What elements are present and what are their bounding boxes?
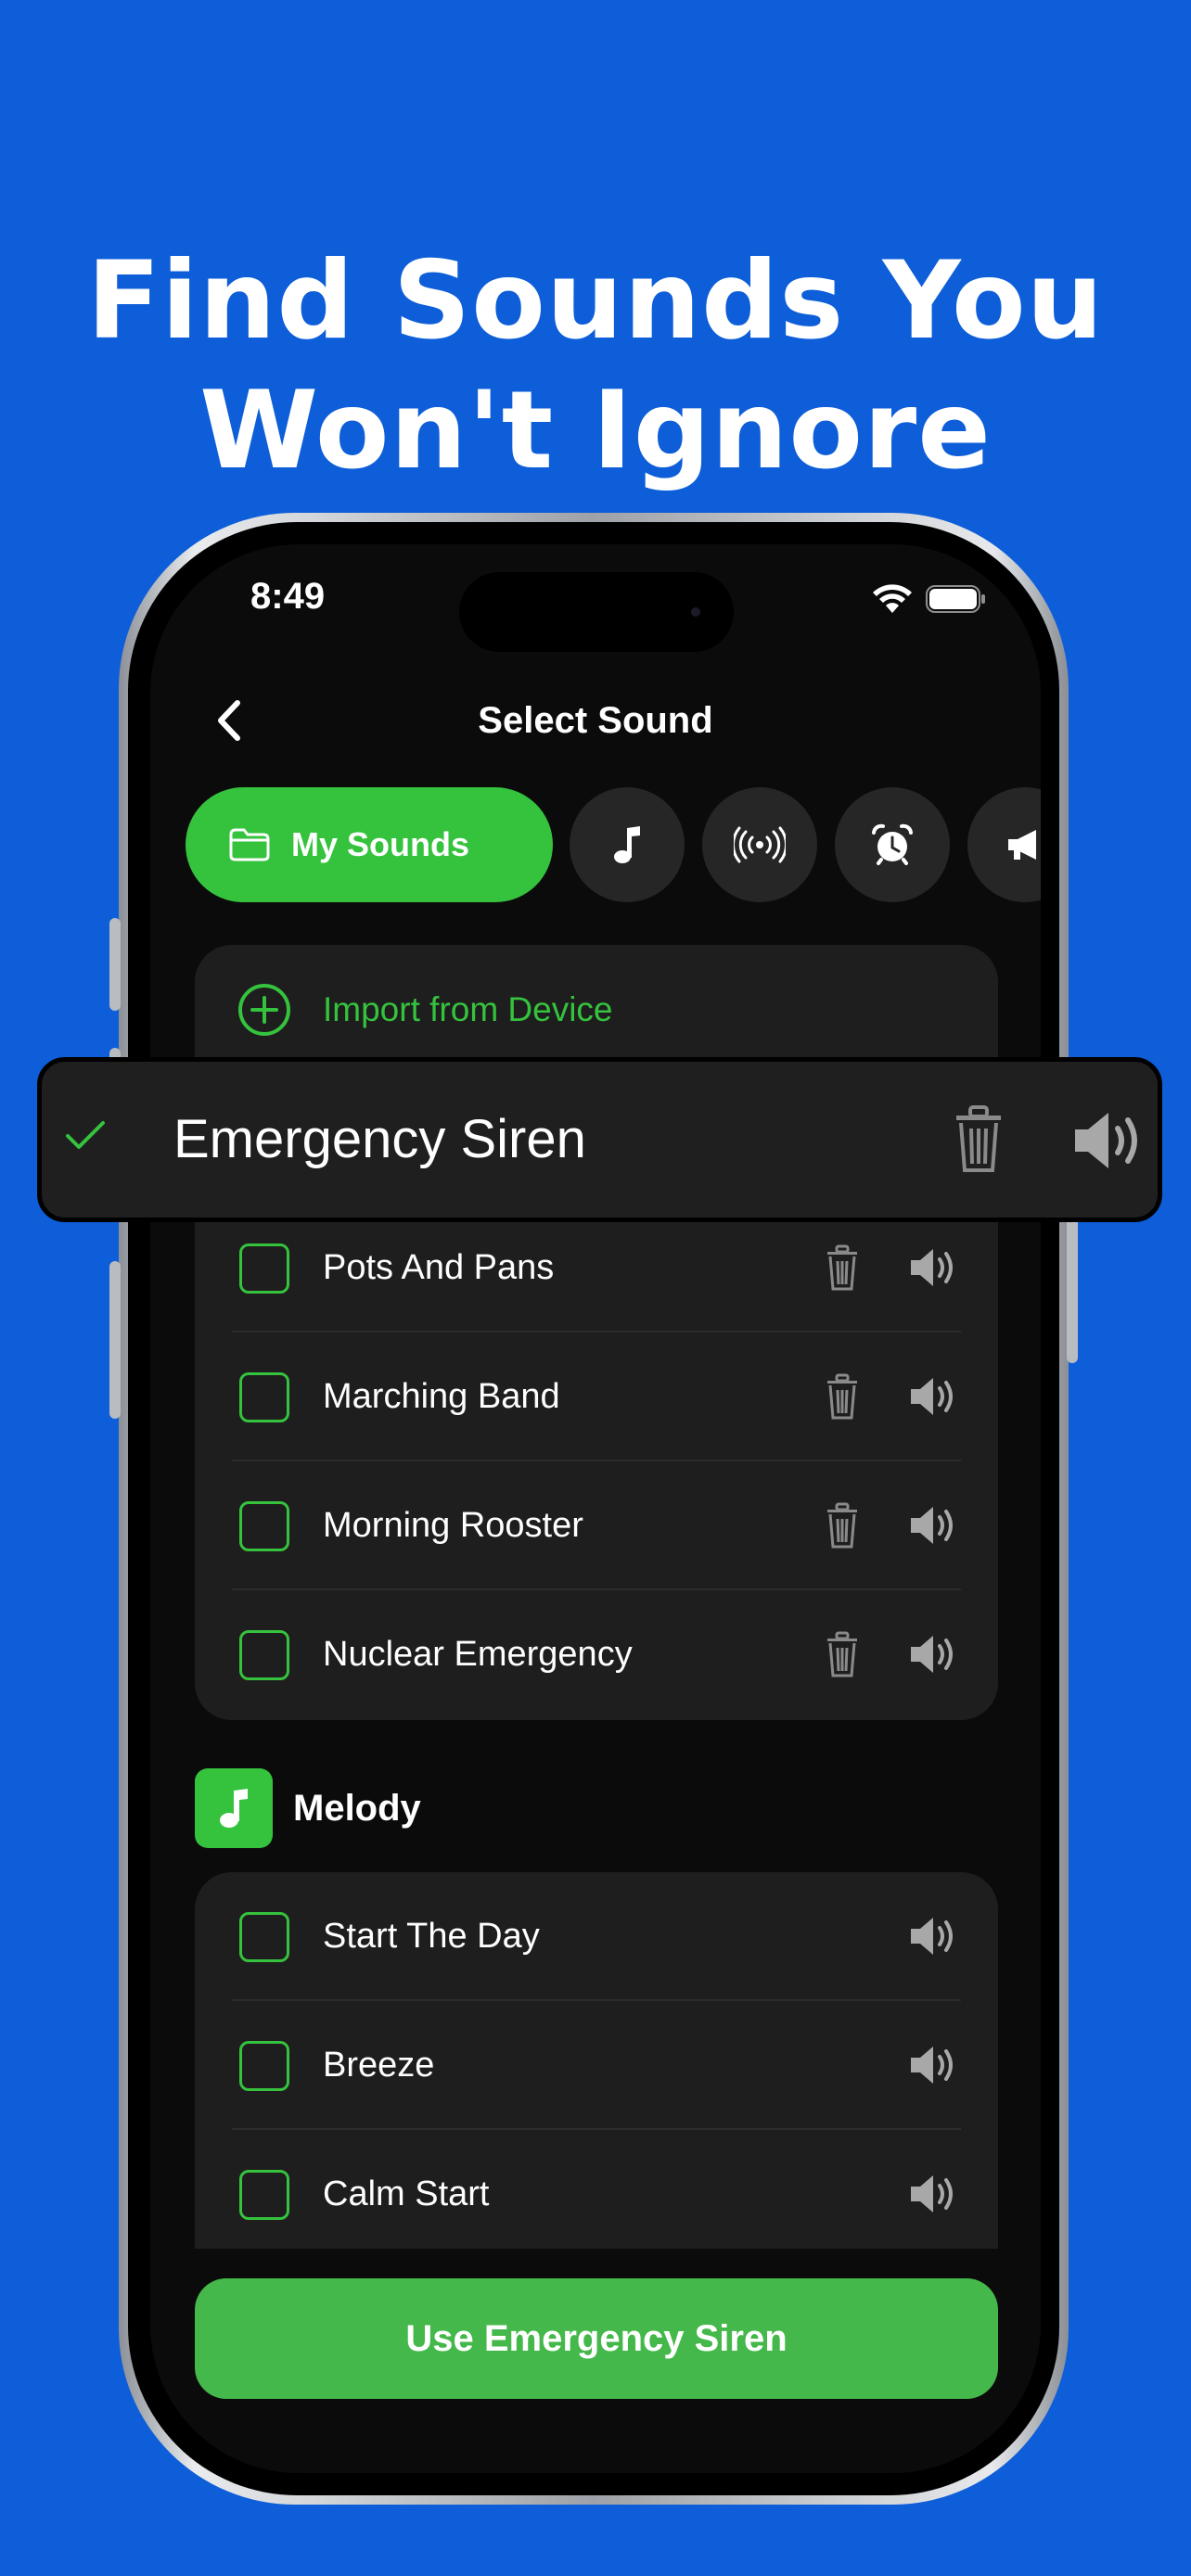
list-item[interactable]: Breeze bbox=[195, 2001, 998, 2130]
sound-label: Start The Day bbox=[323, 1917, 540, 1956]
selected-sound-label: Emergency Siren bbox=[173, 1109, 586, 1169]
folder-icon bbox=[229, 828, 270, 861]
list-item[interactable]: Nuclear Emergency bbox=[195, 1590, 998, 1719]
list-item[interactable]: Calm Start bbox=[195, 2130, 998, 2259]
melody-badge bbox=[195, 1768, 273, 1848]
speaker-icon[interactable] bbox=[1073, 1110, 1147, 1171]
category-chips: My Sounds bbox=[186, 787, 1041, 902]
headline: Find Sounds You Won't Ignore bbox=[0, 236, 1191, 496]
checkmark-icon bbox=[66, 1121, 105, 1149]
trash-icon[interactable] bbox=[822, 1629, 863, 1679]
checkbox[interactable] bbox=[239, 1912, 289, 1962]
music-note-icon bbox=[614, 826, 640, 863]
list-item[interactable]: Marching Band bbox=[195, 1333, 998, 1461]
melody-title: Melody bbox=[293, 1787, 421, 1829]
use-sound-button[interactable]: Use Emergency Siren bbox=[195, 2278, 998, 2399]
list-item[interactable]: Pots And Pans bbox=[195, 1204, 998, 1333]
checkbox[interactable] bbox=[239, 2041, 289, 2091]
plus-circle-icon bbox=[238, 984, 290, 1036]
alarm-clock-icon bbox=[872, 823, 913, 865]
wifi-icon bbox=[873, 584, 912, 613]
sound-label: Morning Rooster bbox=[323, 1506, 583, 1545]
sound-label: Nuclear Emergency bbox=[323, 1635, 633, 1674]
battery-icon bbox=[926, 585, 985, 613]
import-label: Import from Device bbox=[323, 990, 613, 1028]
tab-alarm[interactable] bbox=[835, 787, 950, 902]
nav-bar: Select Sound bbox=[150, 683, 1041, 758]
checkbox[interactable] bbox=[239, 1630, 289, 1680]
page-title: Select Sound bbox=[478, 700, 713, 741]
checkbox[interactable] bbox=[239, 1243, 289, 1294]
sound-label: Pots And Pans bbox=[323, 1248, 555, 1287]
headline-line-1: Find Sounds You bbox=[86, 238, 1105, 363]
volume-down-button bbox=[109, 1261, 121, 1419]
trash-icon[interactable] bbox=[949, 1103, 1008, 1175]
trash-icon[interactable] bbox=[822, 1500, 863, 1550]
tab-my-sounds[interactable]: My Sounds bbox=[186, 787, 553, 902]
speaker-icon[interactable] bbox=[909, 1246, 957, 1289]
import-from-device-button[interactable]: Import from Device bbox=[195, 945, 998, 1075]
checkbox[interactable] bbox=[239, 2170, 289, 2220]
speaker-icon[interactable] bbox=[909, 2173, 957, 2215]
speaker-icon[interactable] bbox=[909, 1375, 957, 1418]
speaker-icon[interactable] bbox=[909, 2044, 957, 2086]
trash-icon[interactable] bbox=[822, 1371, 863, 1422]
tab-melody[interactable] bbox=[570, 787, 685, 902]
list-item[interactable]: Morning Rooster bbox=[195, 1461, 998, 1590]
broadcast-icon bbox=[734, 826, 786, 863]
camera-dot bbox=[691, 607, 700, 617]
sound-label: Breeze bbox=[323, 2046, 435, 2085]
tab-broadcast[interactable] bbox=[702, 787, 817, 902]
phone-screen: 8:49 Select Sound My Sounds Import from … bbox=[150, 544, 1041, 2473]
tab-megaphone[interactable] bbox=[967, 787, 1041, 902]
speaker-icon[interactable] bbox=[909, 1504, 957, 1547]
status-time: 8:49 bbox=[250, 576, 326, 617]
selected-sound-row[interactable]: Emergency Siren bbox=[37, 1057, 1162, 1222]
checkbox[interactable] bbox=[239, 1501, 289, 1551]
trash-icon[interactable] bbox=[822, 1243, 863, 1293]
speaker-icon[interactable] bbox=[909, 1915, 957, 1958]
status-icons bbox=[872, 583, 987, 615]
action-button bbox=[109, 918, 121, 1011]
melody-card: Start The Day Breeze Calm Start bbox=[195, 1872, 998, 2299]
checkbox[interactable] bbox=[239, 1372, 289, 1422]
music-note-icon bbox=[220, 1789, 248, 1828]
sound-label: Marching Band bbox=[323, 1377, 560, 1416]
sound-label: Calm Start bbox=[323, 2174, 490, 2213]
headline-line-2: Won't Ignore bbox=[199, 368, 992, 493]
speaker-icon[interactable] bbox=[909, 1633, 957, 1676]
megaphone-icon bbox=[1008, 830, 1036, 860]
list-item[interactable]: Start The Day bbox=[195, 1872, 998, 2001]
dynamic-island bbox=[459, 572, 734, 652]
melody-section-header: Melody bbox=[195, 1768, 421, 1848]
tab-my-sounds-label: My Sounds bbox=[291, 825, 470, 863]
